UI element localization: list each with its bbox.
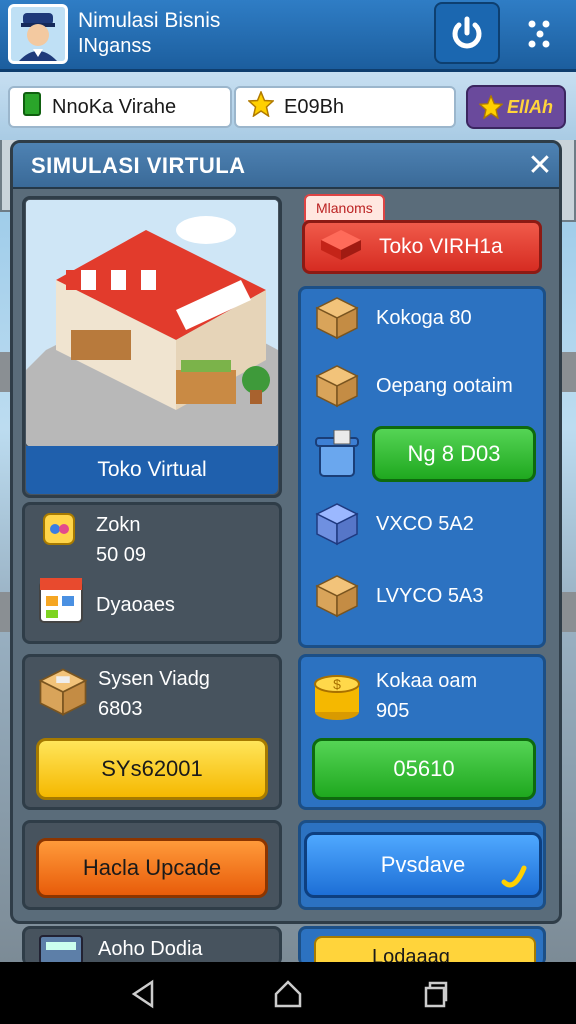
red-box-icon (317, 226, 365, 268)
coins-button[interactable]: 05610 (312, 738, 536, 800)
svg-text:$: $ (333, 676, 341, 692)
info-line-2: 50 09 (96, 544, 147, 566)
coins-icon: $ (310, 664, 364, 729)
system-button[interactable]: SYs62001 (36, 738, 268, 800)
inventory-item[interactable]: Oepang ootaim (312, 360, 513, 412)
box-icon (312, 574, 362, 618)
phone-icon (500, 862, 528, 895)
shop-icon (36, 574, 86, 631)
coins-line-1: Kokaa oam (376, 670, 478, 692)
star-icon (478, 95, 503, 119)
inventory-item-label: Oepang ootaim (376, 374, 513, 397)
inventory-item[interactable]: VXCO 5A2 (312, 498, 474, 550)
panel-title: SIMULASI VIRTULA (31, 153, 246, 178)
coins-line-2: 905 (376, 700, 410, 722)
stat-box-stars[interactable]: E09Bh (234, 86, 456, 128)
box-icon (312, 364, 362, 408)
store-illustration[interactable] (26, 200, 278, 446)
blue-box-icon (312, 502, 362, 546)
stat-label-stars: E09Bh (284, 95, 345, 118)
store-caption: Toko Virtual (26, 446, 278, 494)
bottom-left-label: Aoho Dodia (98, 938, 203, 960)
info-line-3: Dyaoaes (96, 594, 175, 616)
upgrade-button[interactable]: Hacla Upcade (36, 838, 268, 898)
green-action-button[interactable]: Ng 8 D03 (372, 426, 536, 482)
player-avatar[interactable] (8, 4, 68, 64)
cash-icon (22, 91, 42, 123)
back-icon[interactable] (128, 978, 160, 1010)
badge-label: EllAh (506, 96, 553, 117)
system-line-1: Sysen Viadg (98, 668, 210, 690)
home-icon[interactable] (272, 978, 304, 1010)
trash-bin-icon (312, 429, 362, 483)
package-icon (36, 666, 90, 723)
inventory-item[interactable]: LVYCO 5A3 (312, 570, 483, 622)
info-app-icon (42, 512, 76, 551)
inventory-item-label: LVYCO 5A3 (376, 584, 484, 607)
box-icon (312, 296, 362, 340)
inventory-item-label: Kokoga 80 (376, 306, 472, 329)
system-nav-bar (0, 962, 576, 1024)
virtual-store-button[interactable]: Toko VIRH1a (302, 220, 542, 274)
info-line-1: Zokn (96, 514, 141, 536)
app-title: Nimulasi Bisnis (78, 9, 221, 32)
star-icon (247, 90, 275, 123)
power-icon (452, 16, 482, 49)
star-badge-button[interactable]: EllAh (466, 85, 566, 129)
power-button[interactable] (434, 2, 500, 64)
top-bar: Nimulasi Bisnis INganss (0, 0, 576, 72)
panel-header: SIMULASI VIRTULA ✕ (13, 143, 559, 189)
virtual-store-label: Toko VIRH1a (379, 235, 503, 258)
category-tab[interactable]: Mlanoms (304, 194, 385, 222)
stat-label-virtual: NnoKa Virahe (52, 95, 177, 118)
system-line-2: 6803 (98, 698, 143, 720)
close-icon[interactable]: ✕ (523, 149, 557, 183)
inventory-item[interactable]: Kokoga 80 (312, 292, 472, 344)
app-subtitle: INganss (78, 35, 152, 57)
save-label: Pvsdave (380, 852, 466, 877)
inventory-item-label: VXCO 5A2 (376, 512, 474, 535)
recents-icon[interactable] (418, 978, 450, 1010)
stat-box-virtual[interactable]: NnoKa Virahe (8, 86, 232, 128)
menu-dots-icon[interactable] (520, 14, 560, 54)
